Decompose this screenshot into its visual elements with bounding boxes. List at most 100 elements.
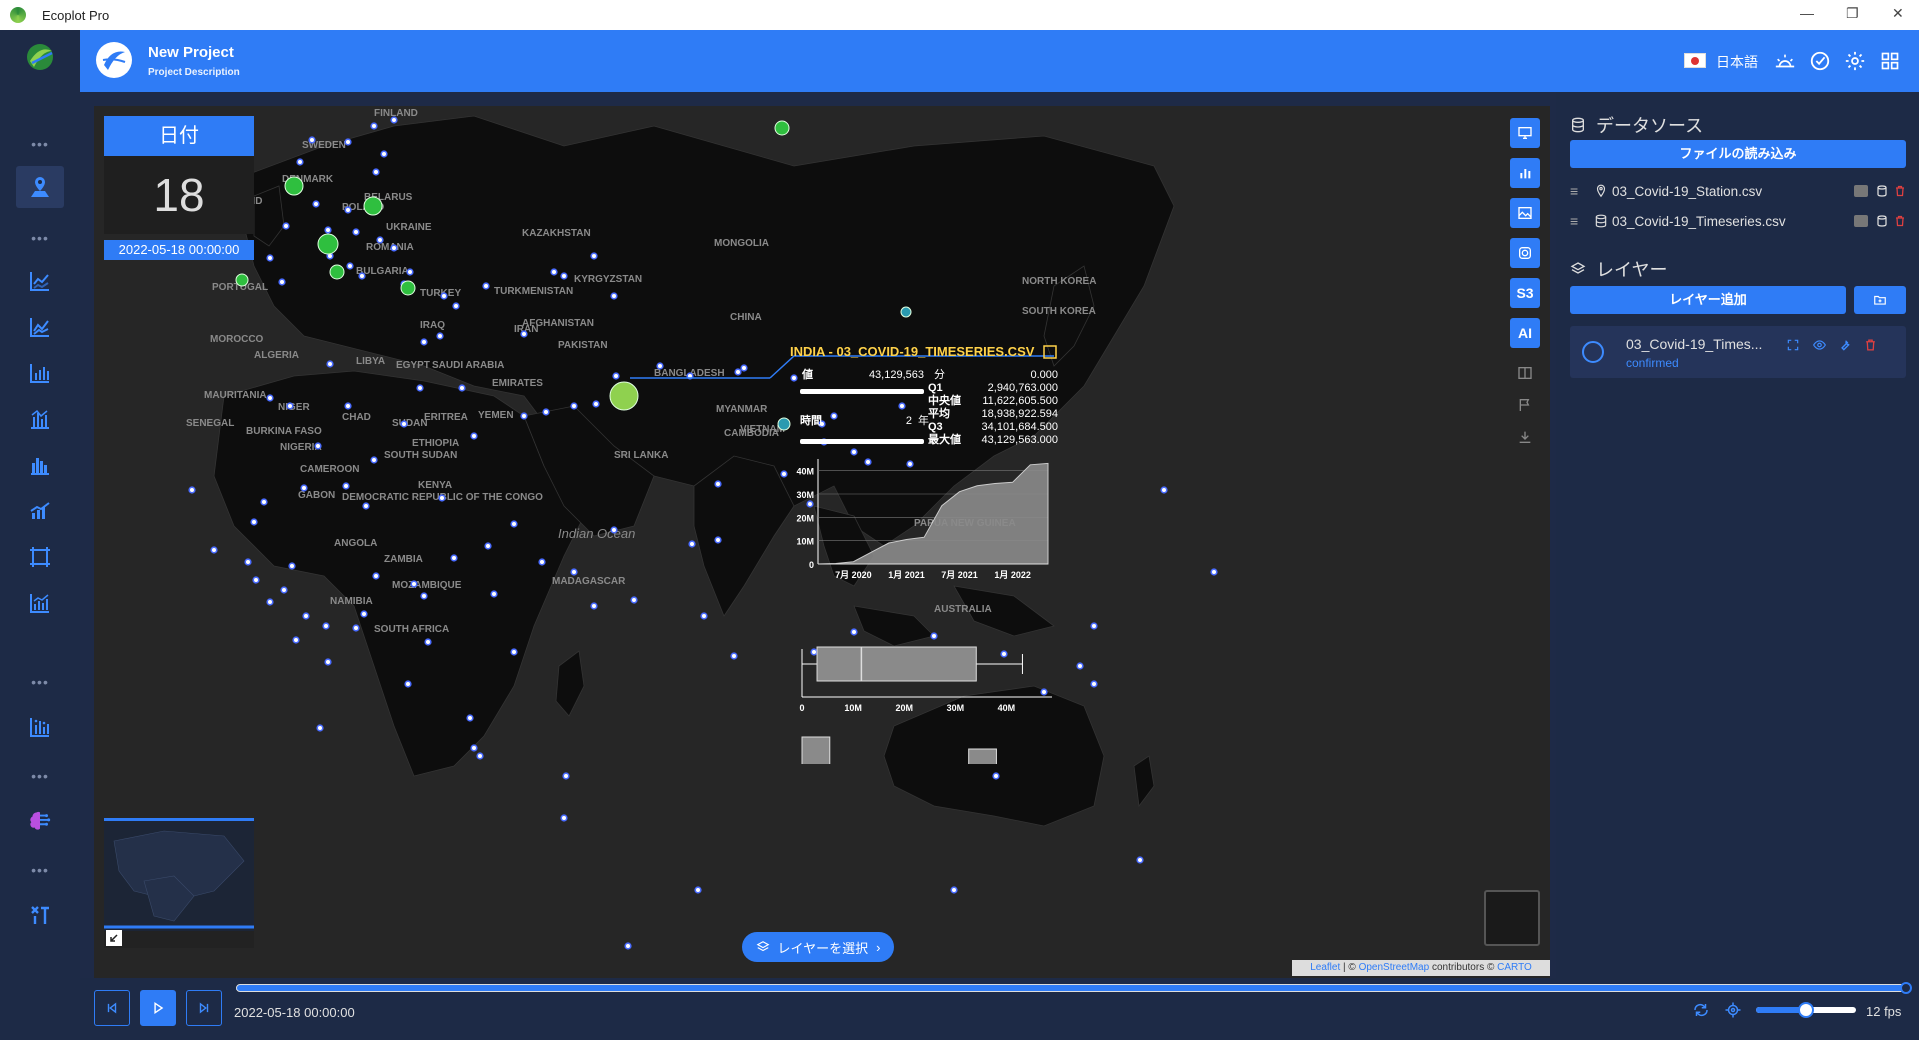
station-marker[interactable] — [440, 292, 448, 300]
flag-icon[interactable] — [1510, 390, 1540, 420]
station-marker[interactable] — [420, 338, 428, 346]
station-marker[interactable] — [688, 540, 696, 548]
drag-handle-icon[interactable]: ≡ — [1570, 213, 1590, 229]
station-marker[interactable] — [344, 138, 352, 146]
cluster-marker[interactable] — [235, 273, 249, 287]
station-marker[interactable] — [302, 612, 310, 620]
skip-forward-button[interactable] — [186, 990, 222, 1026]
sidebar-item-line-chart[interactable] — [16, 260, 64, 302]
sidebar-item-dot-chart[interactable] — [16, 706, 64, 748]
tool-chart[interactable] — [1510, 158, 1540, 188]
station-marker[interactable] — [188, 486, 196, 494]
language-selector[interactable]: 日本語 — [1716, 52, 1758, 72]
tool-instagram[interactable] — [1510, 238, 1540, 268]
station-marker[interactable] — [416, 384, 424, 392]
grid-icon[interactable] — [1879, 50, 1901, 72]
station-marker[interactable] — [510, 648, 518, 656]
sidebar-item-trend[interactable] — [16, 490, 64, 532]
station-marker[interactable] — [730, 652, 738, 660]
close-button[interactable]: ✕ — [1892, 5, 1904, 22]
station-marker[interactable] — [282, 222, 290, 230]
station-marker[interactable] — [436, 332, 444, 340]
station-marker[interactable] — [252, 576, 260, 584]
cluster-marker[interactable] — [400, 280, 416, 296]
station-marker[interactable] — [316, 724, 324, 732]
basemap-switcher[interactable] — [1484, 890, 1540, 946]
play-button[interactable] — [140, 990, 176, 1026]
file-item[interactable]: ≡ 03_Covid-19_Timeseries.csv — [1570, 208, 1906, 234]
speed-slider[interactable] — [1756, 1002, 1856, 1018]
osm-link[interactable]: OpenStreetMap — [1359, 962, 1430, 973]
minimap[interactable] — [104, 818, 254, 948]
station-marker[interactable] — [466, 714, 474, 722]
station-marker[interactable] — [372, 572, 380, 580]
load-file-button[interactable]: ファイルの読み込み — [1570, 140, 1906, 168]
station-marker[interactable] — [376, 236, 384, 244]
station-marker[interactable] — [410, 580, 418, 588]
sidebar-item-area-chart[interactable] — [16, 306, 64, 348]
station-marker[interactable] — [740, 364, 748, 372]
station-marker[interactable] — [490, 590, 498, 598]
gear-icon[interactable] — [1844, 50, 1866, 72]
sunrise-icon[interactable] — [1774, 50, 1796, 72]
station-marker[interactable] — [266, 598, 274, 606]
station-marker[interactable] — [538, 558, 546, 566]
sidebar-item-tools[interactable] — [16, 894, 64, 936]
station-marker[interactable] — [288, 562, 296, 570]
station-marker[interactable] — [562, 772, 570, 780]
station-marker[interactable] — [520, 330, 528, 338]
station-marker[interactable] — [424, 638, 432, 646]
station-marker[interactable] — [406, 268, 414, 276]
station-marker[interactable] — [322, 622, 330, 630]
station-marker[interactable] — [360, 610, 368, 618]
download-icon[interactable] — [1510, 422, 1540, 452]
expand-arrow-icon[interactable] — [106, 930, 122, 946]
file-item[interactable]: ≡ 03_Covid-19_Station.csv — [1570, 178, 1906, 204]
station-marker[interactable] — [324, 658, 332, 666]
station-marker[interactable] — [624, 942, 632, 950]
sidebar-item-bar-chart[interactable] — [16, 398, 64, 440]
timeline-slider[interactable] — [236, 982, 1912, 994]
station-marker[interactable] — [458, 384, 466, 392]
station-marker[interactable] — [358, 272, 366, 280]
tool-s3[interactable]: S3 — [1510, 278, 1540, 308]
station-marker[interactable] — [346, 262, 354, 270]
sidebar-item-frame[interactable] — [16, 536, 64, 578]
station-marker[interactable] — [992, 772, 1000, 780]
station-marker[interactable] — [300, 484, 308, 492]
station-marker[interactable] — [1160, 486, 1168, 494]
station-marker[interactable] — [342, 482, 350, 490]
station-marker[interactable] — [950, 886, 958, 894]
map-view[interactable]: FINLAND SWEDEN DENMARK BELARUS POLAND UKRAINE… — [94, 106, 1550, 978]
add-layer-button[interactable]: レイヤー追加 — [1570, 286, 1846, 314]
project-title[interactable]: New Project — [148, 44, 234, 61]
restore-button[interactable]: ❐ — [1846, 5, 1859, 22]
station-marker[interactable] — [630, 596, 638, 604]
cluster-marker[interactable] — [284, 176, 304, 196]
station-marker[interactable] — [1090, 622, 1098, 630]
station-marker[interactable] — [244, 558, 252, 566]
station-marker[interactable] — [656, 362, 664, 370]
station-marker[interactable] — [550, 268, 558, 276]
station-marker[interactable] — [1136, 856, 1144, 864]
station-marker[interactable] — [714, 536, 722, 544]
tool-ai[interactable]: AI — [1510, 318, 1540, 348]
station-marker[interactable] — [700, 612, 708, 620]
import-layer-button[interactable] — [1854, 286, 1906, 314]
station-marker[interactable] — [590, 602, 598, 610]
station-marker[interactable] — [542, 408, 550, 416]
station-marker[interactable] — [470, 744, 478, 752]
save-icon[interactable] — [1854, 215, 1868, 227]
station-marker[interactable] — [344, 206, 352, 214]
station-marker[interactable] — [266, 254, 274, 262]
station-marker[interactable] — [280, 586, 288, 594]
sidebar-item-map[interactable] — [16, 166, 64, 208]
station-marker[interactable] — [250, 518, 258, 526]
station-marker[interactable] — [404, 680, 412, 688]
station-marker[interactable] — [324, 226, 332, 234]
station-marker[interactable] — [438, 494, 446, 502]
cluster-marker[interactable] — [363, 196, 383, 216]
station-marker[interactable] — [1090, 680, 1098, 688]
value-slider[interactable] — [800, 389, 924, 394]
sidebar-item-brain[interactable] — [16, 800, 64, 842]
